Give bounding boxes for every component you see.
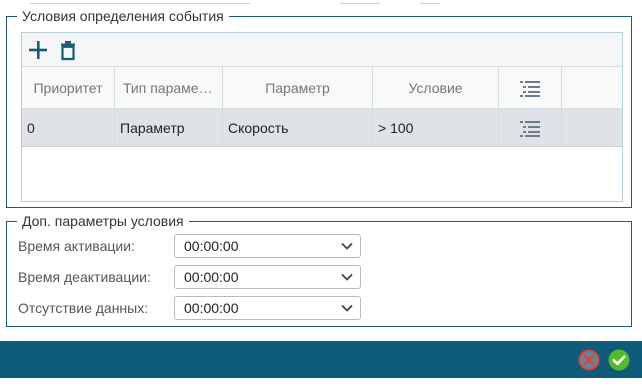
table-row[interactable]: 0 Параметр Скорость > 100 <box>22 109 622 147</box>
no-data-time-label: Отсутствие данных: <box>18 300 149 316</box>
cell-param-type: Параметр <box>115 109 223 146</box>
activation-time-row: Время активации: 00:00:00 <box>18 234 618 258</box>
header-filler <box>562 67 622 108</box>
ok-button[interactable] <box>607 348 631 372</box>
cell-parameter: Скорость <box>223 109 373 146</box>
deactivation-time-row: Время деактивации: 00:00:00 <box>18 265 618 289</box>
cancel-button[interactable] <box>577 348 601 372</box>
column-header-parameter[interactable]: Параметр <box>223 67 373 108</box>
chevron-down-icon <box>341 304 353 312</box>
column-header-condition[interactable]: Условие <box>373 67 499 108</box>
dialog-footer <box>0 341 642 378</box>
no-data-time-value: 00:00:00 <box>184 300 239 316</box>
row-filler <box>562 109 622 146</box>
cancel-circle-icon <box>578 349 600 371</box>
event-conditions-legend: Условия определения события <box>17 8 229 24</box>
list-settings-icon <box>520 120 540 137</box>
no-data-time-select[interactable]: 00:00:00 <box>174 296 361 320</box>
column-settings-button[interactable] <box>499 67 562 108</box>
bottom-cutoff <box>0 378 642 386</box>
chevron-down-icon <box>341 273 353 281</box>
column-header-priority[interactable]: Приоритет <box>22 67 115 108</box>
delete-condition-button[interactable] <box>56 38 80 62</box>
extra-params-legend: Доп. параметры условия <box>17 213 189 229</box>
event-conditions-group: Условия определения события Приоритет Ти… <box>6 8 632 208</box>
plus-icon <box>29 41 47 59</box>
extra-params-group: Доп. параметры условия Время активации: … <box>6 213 632 327</box>
deactivation-time-label: Время деактивации: <box>18 269 151 285</box>
cell-priority: 0 <box>22 109 115 146</box>
chevron-down-icon <box>341 242 353 250</box>
top-cutoff <box>0 0 642 6</box>
activation-time-value: 00:00:00 <box>184 238 239 254</box>
activation-time-select[interactable]: 00:00:00 <box>174 234 361 258</box>
check-circle-icon <box>608 349 630 371</box>
no-data-time-row: Отсутствие данных: 00:00:00 <box>18 296 618 320</box>
add-condition-button[interactable] <box>26 38 50 62</box>
activation-time-label: Время активации: <box>18 238 135 254</box>
deactivation-time-value: 00:00:00 <box>184 269 239 285</box>
grid-toolbar <box>22 33 622 67</box>
list-settings-icon <box>520 80 540 97</box>
column-header-param-type[interactable]: Тип параме… <box>115 67 223 108</box>
trash-icon <box>61 41 75 61</box>
conditions-grid: Приоритет Тип параме… Параметр Условие 0… <box>21 32 623 202</box>
cell-condition: > 100 <box>373 109 499 146</box>
grid-header: Приоритет Тип параме… Параметр Условие <box>22 67 622 109</box>
deactivation-time-select[interactable]: 00:00:00 <box>174 265 361 289</box>
row-settings-button[interactable] <box>499 109 562 146</box>
